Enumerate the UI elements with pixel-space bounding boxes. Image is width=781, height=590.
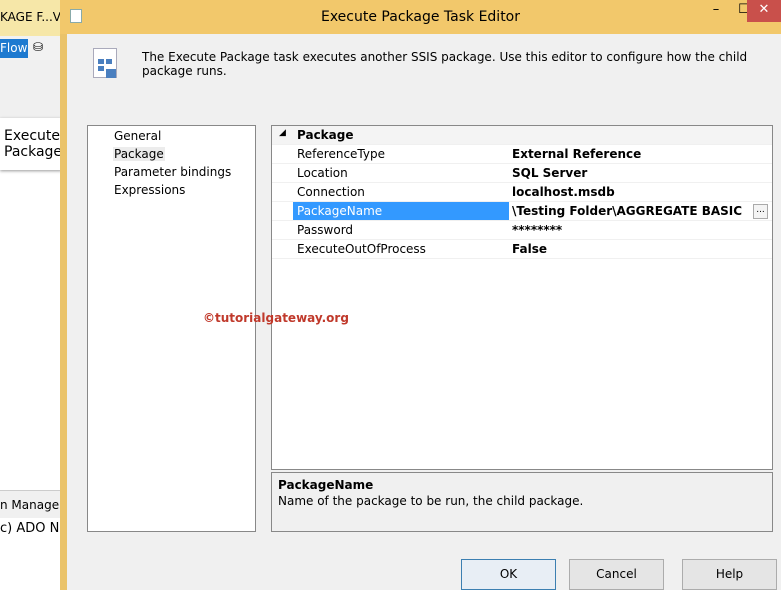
property-value[interactable]: SQL Server	[512, 164, 587, 182]
nav-item-package[interactable]: Package	[113, 147, 165, 161]
property-grid: ◢ Package ReferenceType External Referenc…	[271, 125, 773, 470]
property-row-selected[interactable]: PackageName \Testing Folder\AGGREGATE BAS…	[272, 202, 772, 221]
category-package[interactable]: ◢ Package	[272, 126, 772, 145]
browse-ellipsis-button[interactable]: ...	[753, 204, 768, 219]
collapse-icon[interactable]: ◢	[279, 128, 286, 138]
dialog-title: Execute Package Task Editor	[320, 9, 520, 25]
help-text: Name of the package to be run, the child…	[278, 494, 584, 508]
dialog-description: The Execute Package task executes anothe…	[142, 50, 748, 78]
execute-package-task-shape[interactable]: Execute Package	[0, 118, 62, 170]
property-row[interactable]: Location SQL Server	[272, 164, 772, 183]
watermark: ©tutorialgateway.org	[203, 311, 349, 325]
help-title: PackageName	[278, 478, 374, 492]
property-name: Password	[297, 223, 354, 237]
background-canvas	[0, 60, 62, 118]
property-name: ReferenceType	[297, 147, 385, 161]
nav-item-expressions[interactable]: Expressions	[113, 183, 186, 197]
property-row[interactable]: Connection localhost.msdb	[272, 183, 772, 202]
property-value[interactable]: False	[512, 240, 547, 258]
nav-item-general[interactable]: General	[113, 129, 162, 143]
package-task-icon	[93, 48, 117, 78]
title-bar: Execute Package Task Editor – ☐ ✕	[60, 0, 781, 34]
help-button[interactable]: Help	[682, 559, 777, 590]
nav-item-parameter-bindings[interactable]: Parameter bindings	[113, 165, 232, 179]
dialog-content: The Execute Package task executes anothe…	[67, 34, 781, 590]
property-value[interactable]: ********	[512, 221, 562, 239]
background-app: KAGE F...VE Flow ⛁ Execute Package n Man…	[0, 0, 68, 590]
property-name: PackageName	[293, 202, 509, 220]
cancel-button[interactable]: Cancel	[569, 559, 664, 590]
app-icon	[70, 9, 82, 23]
property-name: ExecuteOutOfProcess	[297, 242, 426, 256]
data-flow-icon[interactable]: ⛁	[33, 40, 43, 54]
background-toolbar: Flow ⛁	[0, 36, 62, 60]
property-value[interactable]: localhost.msdb	[512, 183, 615, 201]
close-button[interactable]: ✕	[747, 0, 781, 22]
page-nav-list: General Package Parameter bindings Expre…	[87, 125, 256, 532]
property-name: Connection	[297, 185, 365, 199]
control-flow-tab[interactable]: Flow	[0, 39, 28, 58]
connection-managers-header: n Managers	[0, 490, 62, 518]
execute-package-task-editor-dialog: Execute Package Task Editor – ☐ ✕ The Ex…	[60, 0, 781, 590]
property-row[interactable]: ReferenceType External Reference	[272, 145, 772, 164]
property-row[interactable]: ExecuteOutOfProcess False	[272, 240, 772, 259]
category-label: Package	[297, 128, 354, 142]
property-value[interactable]: \Testing Folder\AGGREGATE BASIC	[512, 202, 742, 220]
minimize-button[interactable]: –	[703, 0, 729, 22]
ok-button[interactable]: OK	[461, 559, 556, 590]
property-row[interactable]: Password ********	[272, 221, 772, 240]
property-help-panel: PackageName Name of the package to be ru…	[271, 472, 773, 532]
property-value[interactable]: External Reference	[512, 145, 641, 163]
connection-manager-item[interactable]: c) ADO NE	[0, 521, 68, 536]
background-tab[interactable]: KAGE F...VE	[0, 0, 62, 36]
property-name: Location	[297, 166, 348, 180]
